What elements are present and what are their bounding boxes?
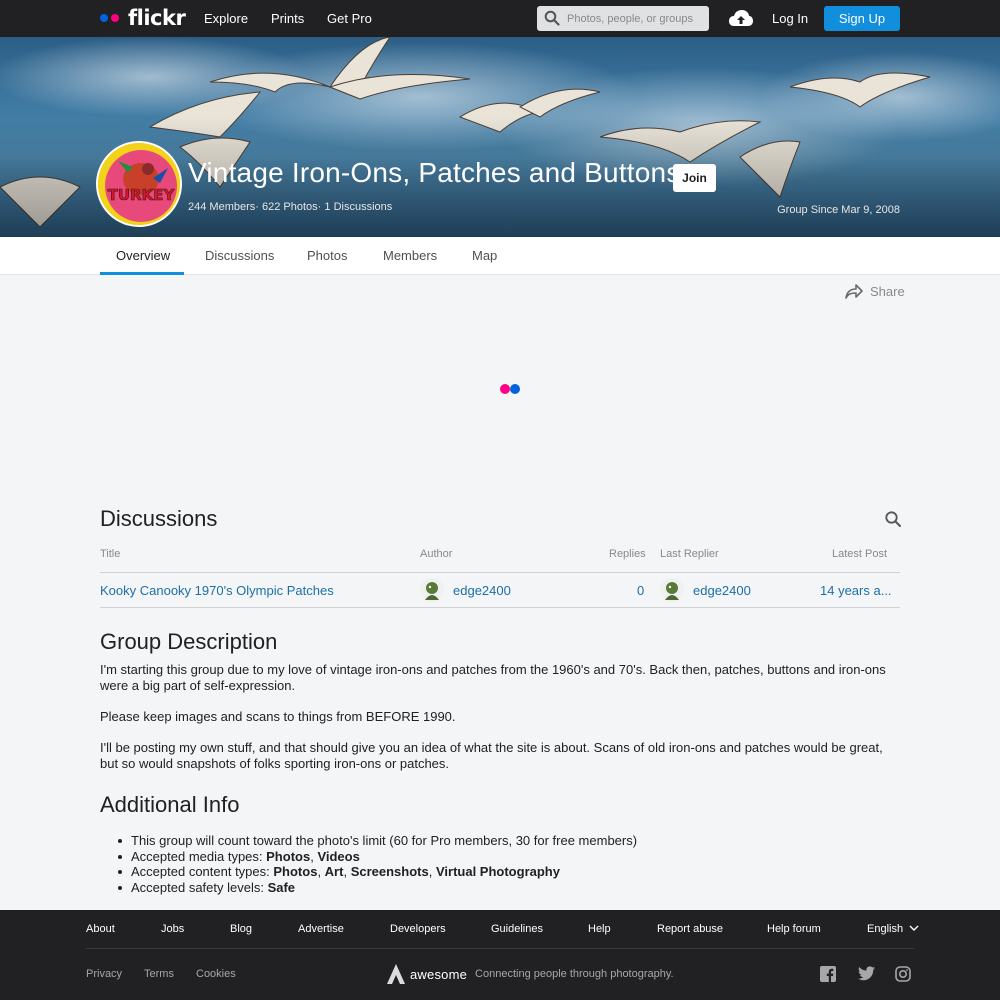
discussions-count[interactable]: 1 Discussions (324, 201, 392, 213)
footer-link-guidelines[interactable]: Guidelines (491, 923, 543, 935)
group-cover-banner: TURKEY Vintage Iron-Ons, Patches and But… (0, 37, 1000, 237)
group-stats: 244 Members· 622 Photos· 1 Discussions (188, 201, 393, 213)
group-since-date: Group Since Mar 9, 2008 (777, 204, 900, 216)
search-box[interactable] (537, 6, 709, 31)
list-item: Accepted safety levels: Safe (117, 880, 637, 896)
table-divider (100, 607, 900, 608)
footer-link-developers[interactable]: Developers (390, 923, 446, 935)
tab-overview[interactable]: Overview (116, 248, 170, 263)
footer-link-blog[interactable]: Blog (230, 923, 252, 935)
discussion-title-link[interactable]: Kooky Canooky 1970's Olympic Patches (100, 583, 334, 598)
smugmug-brand[interactable]: awesome Connecting people through photog… (386, 963, 674, 985)
logo-text: flickr (128, 6, 186, 30)
description-paragraph: Please keep images and scans to things f… (100, 709, 456, 724)
description-paragraph: I'll be posting my own stuff, and that s… (100, 740, 883, 771)
group-avatar: TURKEY (96, 141, 182, 227)
top-navigation-bar: flickr Explore Prints Get Pro Log In Sig… (0, 0, 1000, 37)
last-replier-link[interactable]: edge2400 (693, 583, 751, 598)
footer-link-report-abuse[interactable]: Report abuse (657, 923, 723, 935)
additional-info-heading: Additional Info (100, 792, 240, 817)
language-selector[interactable]: English (867, 923, 919, 935)
column-header-replies: Replies (609, 548, 646, 560)
sign-up-button[interactable]: Sign Up (824, 6, 900, 31)
logo-blue-dot (100, 14, 108, 22)
footer-link-privacy[interactable]: Privacy (86, 968, 122, 980)
footer: About Jobs Blog Advertise Developers Gui… (0, 910, 1000, 1000)
active-tab-indicator (100, 272, 184, 275)
nav-link-get-pro[interactable]: Get Pro (327, 11, 372, 26)
tab-members[interactable]: Members (383, 248, 437, 263)
share-button[interactable]: Share (844, 282, 905, 300)
language-label: English (867, 923, 904, 935)
log-in-link[interactable]: Log In (772, 11, 808, 26)
upload-cloud-icon[interactable] (728, 8, 754, 28)
tab-discussions[interactable]: Discussions (205, 248, 274, 263)
loader-blue-dot (510, 384, 520, 394)
list-item: Accepted content types: Photos, Art, Scr… (117, 864, 637, 880)
footer-divider (86, 948, 914, 949)
join-group-button[interactable]: Join (673, 164, 716, 192)
nav-link-prints[interactable]: Prints (271, 11, 304, 26)
footer-link-advertise[interactable]: Advertise (298, 923, 344, 935)
tab-map[interactable]: Map (472, 248, 497, 263)
members-count[interactable]: 244 Members (188, 201, 255, 213)
footer-link-jobs[interactable]: Jobs (161, 923, 184, 935)
brand-word: awesome (410, 966, 468, 982)
share-icon (845, 284, 863, 299)
replies-count[interactable]: 0 (637, 583, 644, 598)
group-description-heading: Group Description (100, 629, 278, 654)
table-divider (100, 572, 900, 573)
search-input[interactable] (567, 10, 703, 27)
loading-indicator (500, 384, 520, 394)
group-tabs: Overview Discussions Photos Members Map (0, 237, 1000, 275)
footer-link-terms[interactable]: Terms (144, 968, 174, 980)
footer-link-about[interactable]: About (86, 923, 115, 935)
twitter-icon[interactable] (858, 966, 875, 981)
flickr-logo[interactable]: flickr (100, 6, 186, 30)
search-discussions-icon[interactable] (884, 510, 902, 528)
logo-pink-dot (111, 14, 119, 22)
nav-link-explore[interactable]: Explore (204, 11, 248, 26)
column-header-title: Title (100, 548, 121, 560)
footer-link-help[interactable]: Help (588, 923, 611, 935)
loader-pink-dot (500, 384, 510, 394)
group-title: Vintage Iron-Ons, Patches and Buttons (188, 157, 681, 188)
last-replier-avatar[interactable] (660, 578, 684, 602)
photos-count[interactable]: 622 Photos (262, 201, 318, 213)
latest-post-link[interactable]: 14 years a... (820, 583, 892, 598)
list-item: Accepted media types: Photos, Videos (117, 849, 637, 865)
share-label: Share (870, 283, 905, 299)
brand-tagline: Connecting people through photography. (475, 968, 674, 980)
awesome-logo-icon (387, 964, 405, 984)
chevron-down-icon (909, 925, 919, 931)
author-avatar[interactable] (420, 578, 444, 602)
column-header-last-replier: Last Replier (660, 548, 719, 560)
author-link[interactable]: edge2400 (453, 583, 511, 598)
column-header-author: Author (420, 548, 453, 560)
list-item: This group will count toward the photo's… (117, 833, 638, 848)
description-paragraph: I'm starting this group due to my love o… (100, 662, 886, 693)
facebook-icon[interactable] (820, 966, 836, 982)
instagram-icon[interactable] (895, 966, 911, 982)
additional-info-list: This group will count toward the photo's… (117, 833, 638, 896)
column-header-latest-post: Latest Post (832, 548, 888, 560)
tab-photos[interactable]: Photos (307, 248, 347, 263)
search-icon[interactable] (544, 10, 560, 26)
footer-link-cookies[interactable]: Cookies (196, 968, 236, 980)
discussions-heading: Discussions (100, 506, 218, 531)
svg-text:TURKEY: TURKEY (108, 186, 176, 204)
footer-link-help-forum[interactable]: Help forum (767, 923, 821, 935)
